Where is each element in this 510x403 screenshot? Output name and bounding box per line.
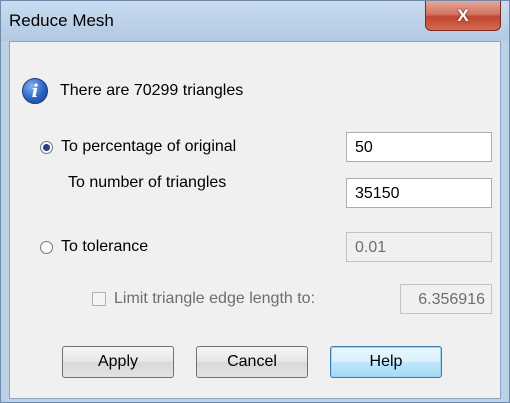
limit-edge-label[interactable]: Limit triangle edge length to:	[114, 290, 315, 308]
dialog-content: i There are 70299 triangles To percentag…	[9, 41, 501, 399]
dialog-window: Reduce Mesh X i There are 70299 triangle…	[0, 0, 510, 403]
radio-tolerance-label[interactable]: To tolerance	[61, 238, 148, 256]
triangles-input[interactable]: 35150	[346, 178, 492, 208]
edge-length-input[interactable]: 6.356916	[400, 284, 492, 314]
limit-edge-row[interactable]: Limit triangle edge length to:	[92, 290, 315, 308]
dialog-title: Reduce Mesh	[9, 11, 114, 30]
triangles-label: To number of triangles	[68, 174, 227, 191]
cancel-button[interactable]: Cancel	[196, 346, 308, 378]
close-icon: X	[457, 5, 469, 25]
limit-edge-checkbox[interactable]	[92, 292, 106, 306]
percentage-input[interactable]: 50	[346, 132, 492, 162]
close-button[interactable]: X	[425, 1, 501, 31]
radio-tolerance[interactable]: To tolerance	[40, 238, 148, 256]
apply-button[interactable]: Apply	[62, 346, 174, 378]
radio-percentage-button[interactable]	[40, 140, 53, 154]
tolerance-input[interactable]: 0.01	[346, 232, 492, 262]
title-bar[interactable]: Reduce Mesh X	[1, 1, 509, 41]
help-button[interactable]: Help	[330, 346, 442, 378]
triangle-count-message: There are 70299 triangles	[60, 82, 244, 99]
radio-selected-dot	[43, 143, 50, 151]
radio-percentage-label[interactable]: To percentage of original	[61, 138, 236, 156]
radio-percentage[interactable]: To percentage of original	[40, 138, 236, 156]
info-message-row: i There are 70299 triangles	[22, 76, 243, 106]
info-icon: i	[22, 78, 48, 104]
radio-tolerance-button[interactable]	[40, 240, 53, 254]
